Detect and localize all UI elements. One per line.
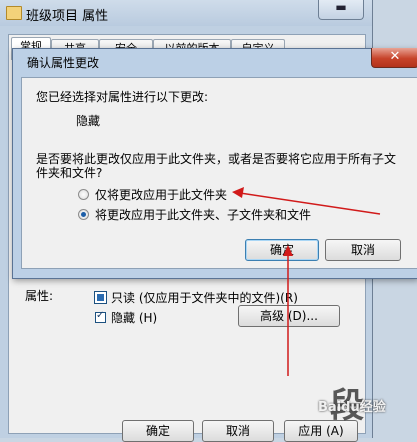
- annotation-arrow-radio: [239, 192, 381, 215]
- annotation-arrows: [232, 187, 381, 376]
- watermark-text: Baidu经验: [318, 400, 386, 415]
- arrowhead-ok-icon: [283, 245, 293, 256]
- arrowhead-radio-icon: [232, 187, 244, 198]
